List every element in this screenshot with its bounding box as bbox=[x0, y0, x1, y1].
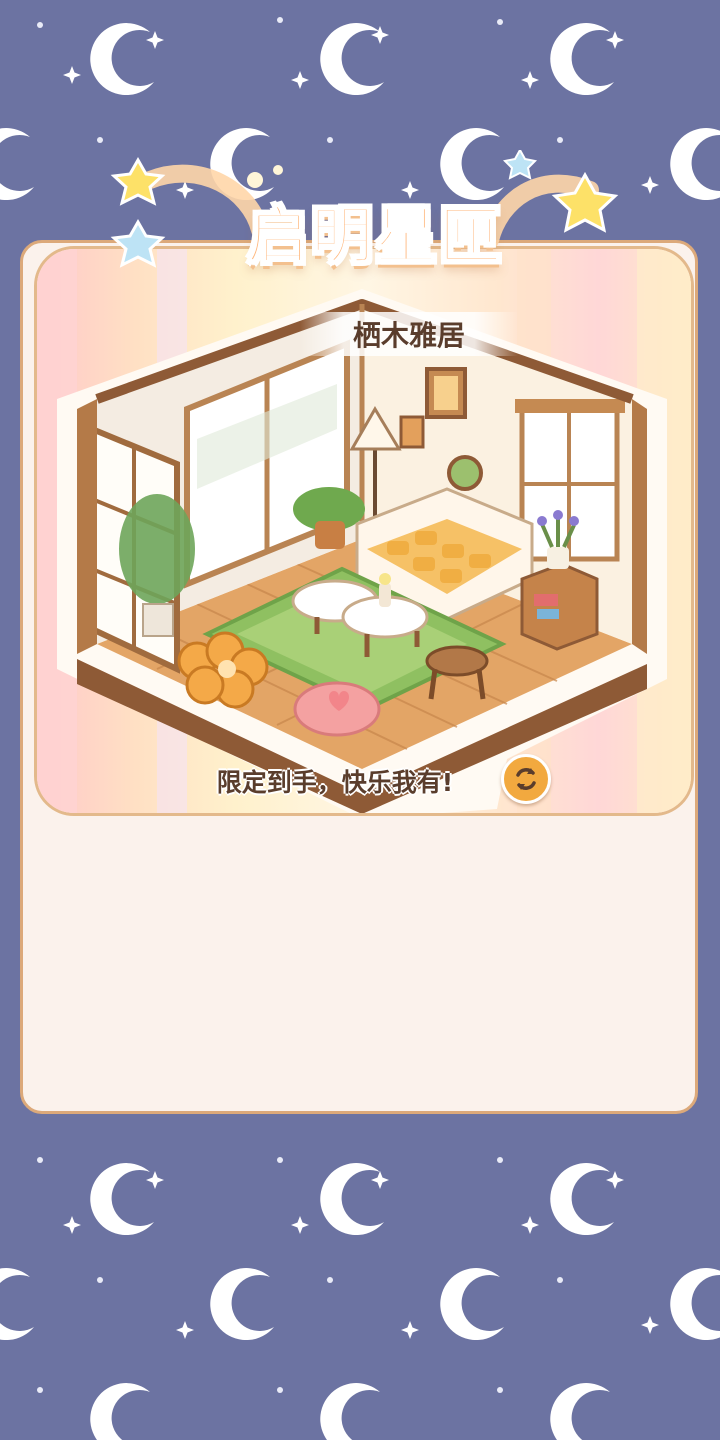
room-name-label: 栖木雅居 bbox=[300, 312, 518, 356]
banner: 启明星匣 bbox=[110, 150, 630, 290]
refresh-button[interactable] bbox=[501, 754, 551, 804]
slogan-text: 限定到手，快乐我有! bbox=[216, 768, 454, 797]
refresh-icon bbox=[516, 768, 536, 790]
banner-title: 启明星匣 bbox=[246, 198, 503, 273]
